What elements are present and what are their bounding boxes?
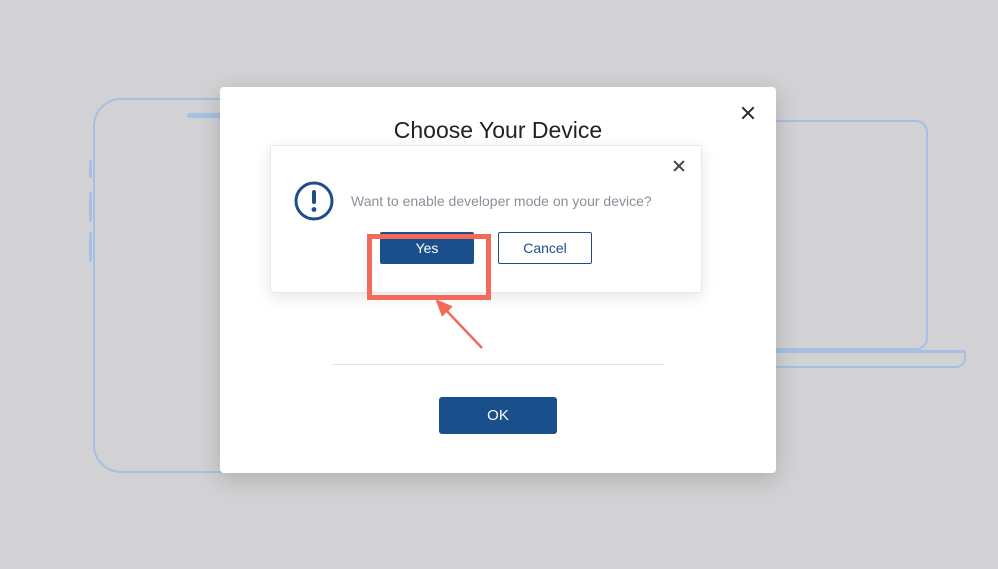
confirm-actions: Yes Cancel: [271, 232, 701, 280]
close-icon: [673, 160, 685, 172]
exclamation-circle-icon: [293, 180, 335, 222]
ok-button[interactable]: OK: [439, 397, 557, 434]
choose-device-modal: Choose Your Device Want to enable develo…: [220, 87, 776, 473]
confirm-close-button[interactable]: [669, 156, 689, 176]
close-icon: [741, 106, 755, 120]
phone-side-button: [89, 232, 92, 262]
divider: [332, 364, 664, 365]
confirm-dialog: Want to enable developer mode on your de…: [270, 145, 702, 293]
yes-button[interactable]: Yes: [380, 232, 474, 264]
phone-side-button: [89, 160, 92, 178]
cancel-button[interactable]: Cancel: [498, 232, 592, 264]
modal-title: Choose Your Device: [220, 87, 776, 144]
confirm-body: Want to enable developer mode on your de…: [271, 146, 701, 232]
confirm-message: Want to enable developer mode on your de…: [351, 193, 652, 209]
phone-side-button: [89, 192, 92, 222]
modal-close-button[interactable]: [736, 101, 760, 125]
